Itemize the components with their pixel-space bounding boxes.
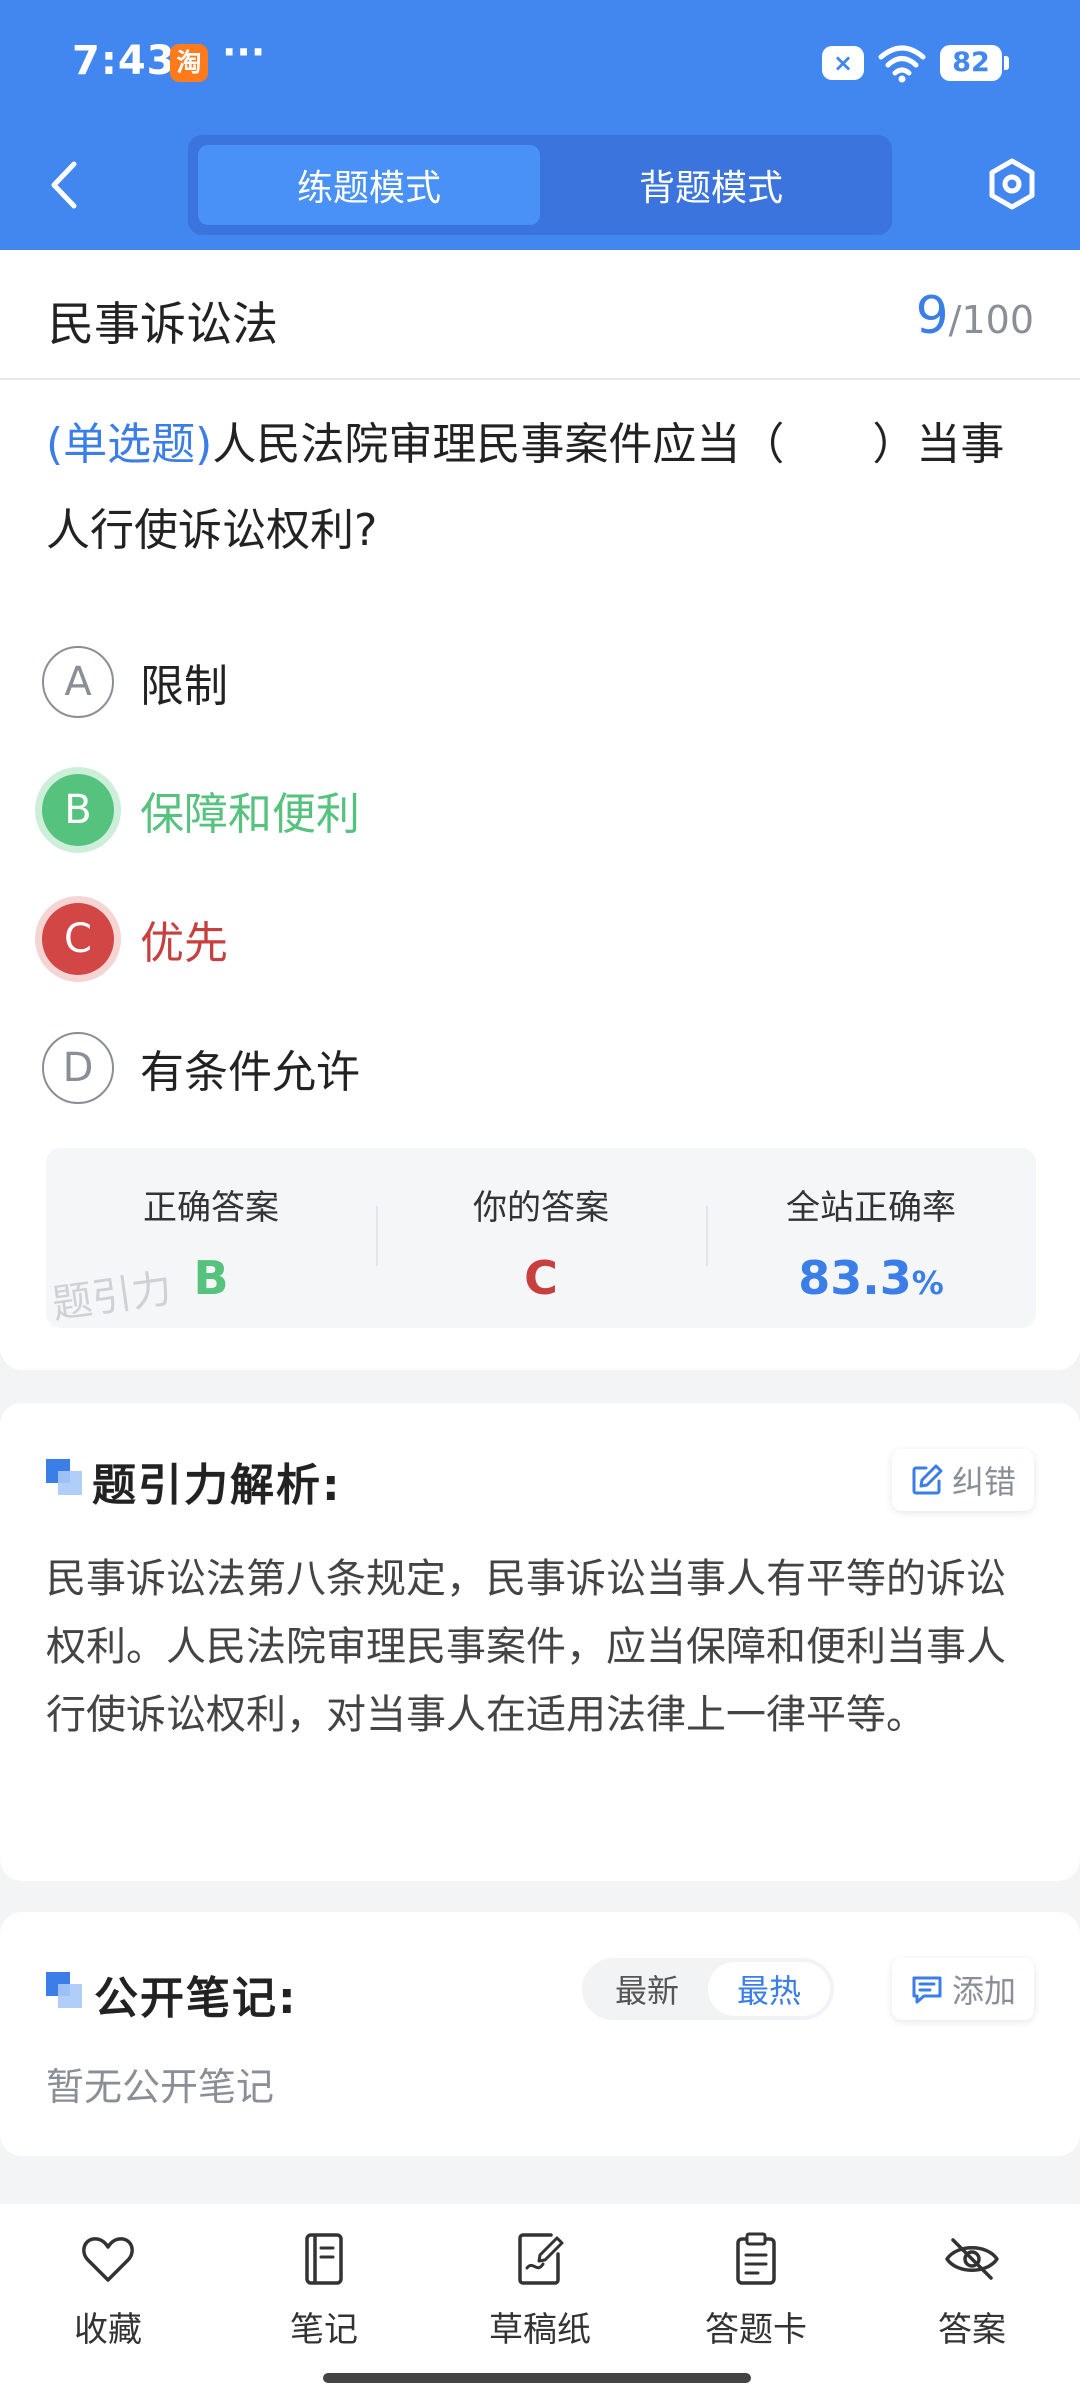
accuracy-block: 全站正确率 83.3% xyxy=(706,1148,1036,1328)
report-error-button[interactable]: 纠错 xyxy=(891,1449,1034,1511)
heart-icon xyxy=(82,2237,134,2282)
correct-answer-label: 正确答案 xyxy=(143,1188,279,1228)
option-letter: A xyxy=(42,646,114,718)
public-notes-card: 公开笔记: 最新 最热 添加 暂无公开笔记 xyxy=(0,1912,1080,2156)
option-text: 优先 xyxy=(140,918,228,969)
section-square-icon xyxy=(46,1972,84,2010)
option-d[interactable]: D 有条件允许 xyxy=(42,1026,1022,1110)
option-b[interactable]: B 保障和便利 xyxy=(42,768,1022,852)
answer-sheet-button[interactable]: 答题卡 xyxy=(666,2230,846,2351)
status-icons: × 82 xyxy=(822,42,1009,84)
wifi-icon xyxy=(878,45,926,83)
edit-icon xyxy=(912,1464,943,1495)
draft-paper-button[interactable]: 草稿纸 xyxy=(450,2230,630,2351)
mode-switch: 练题模式 背题模式 xyxy=(188,135,892,235)
clipboard-icon xyxy=(736,2232,776,2285)
option-text: 保障和便利 xyxy=(140,789,360,840)
back-arrow-icon[interactable] xyxy=(42,158,86,212)
hide-answer-label: 答案 xyxy=(938,2310,1006,2350)
app-header: 7:43 淘 ··· × 82 练题模式 背题模式 xyxy=(0,0,1080,250)
question-counter: 9/100 xyxy=(916,286,1034,346)
your-answer-value: C xyxy=(524,1251,558,1305)
empty-notes-text: 暂无公开笔记 xyxy=(46,2065,275,2109)
option-text: 限制 xyxy=(140,661,228,712)
notes-sort-switch: 最新 最热 xyxy=(582,1958,834,2020)
draft-paper-label: 草稿纸 xyxy=(489,2310,591,2350)
sort-latest-tab[interactable]: 最新 xyxy=(586,1962,708,2016)
battery-indicator: 82 xyxy=(940,45,1009,81)
eye-off-icon xyxy=(945,2238,999,2280)
notebook-icon xyxy=(305,2233,343,2285)
option-a[interactable]: A 限制 xyxy=(42,640,1022,724)
question-type: (单选题) xyxy=(46,419,213,470)
section-square-icon xyxy=(46,1459,84,1497)
your-answer-label: 你的答案 xyxy=(473,1188,609,1228)
option-c[interactable]: C 优先 xyxy=(42,897,1022,981)
your-answer-block: 你的答案 C xyxy=(376,1148,706,1328)
bottom-toolbar: 收藏 笔记 草稿纸 答题卡 答案 xyxy=(0,2204,1080,2400)
subject-row: 民事诉讼法 9/100 xyxy=(0,250,1080,380)
option-text: 有条件允许 xyxy=(140,1047,360,1098)
question-text: (单选题)人民法院审理民事案件应当（ ）当事人行使诉讼权利? xyxy=(46,402,1036,574)
favorite-button[interactable]: 收藏 xyxy=(18,2230,198,2351)
option-letter: C xyxy=(42,903,114,975)
answer-sheet-label: 答题卡 xyxy=(705,2310,807,2350)
accuracy-label: 全站正确率 xyxy=(786,1188,956,1228)
question-card: 民事诉讼法 9/100 (单选题)人民法院审理民事案件应当（ ）当事人行使诉讼权… xyxy=(0,250,1080,1370)
total-question-count: /100 xyxy=(948,298,1034,342)
tab-memorize-mode[interactable]: 背题模式 xyxy=(540,145,882,225)
accuracy-unit: % xyxy=(911,1264,944,1302)
notes-label: 笔记 xyxy=(290,2310,358,2350)
sort-hot-tab[interactable]: 最热 xyxy=(708,1962,830,2016)
add-note-button[interactable]: 添加 xyxy=(891,1958,1034,2020)
add-note-label: 添加 xyxy=(951,1972,1016,2010)
accuracy-value: 83.3% xyxy=(706,1251,1036,1305)
tab-practice-mode[interactable]: 练题模式 xyxy=(198,145,540,225)
option-letter: B xyxy=(42,774,114,846)
home-indicator[interactable] xyxy=(323,2373,751,2383)
option-letter: D xyxy=(42,1032,114,1104)
hide-answer-button[interactable]: 答案 xyxy=(882,2230,1062,2351)
message-icon xyxy=(912,1976,942,2004)
accuracy-number: 83.3 xyxy=(798,1251,912,1305)
status-time: 7:43 xyxy=(72,38,176,84)
analysis-title: 题引力解析: xyxy=(92,1460,342,1511)
settings-icon[interactable] xyxy=(984,156,1040,212)
analysis-card: 题引力解析: 纠错 民事诉讼法第八条规定，民事诉讼当事人有平等的诉讼权利。人民法… xyxy=(0,1403,1080,1881)
answer-result-panel: 正确答案 B 题引力 你的答案 C 全站正确率 83.3% xyxy=(46,1148,1036,1328)
notes-button[interactable]: 笔记 xyxy=(234,2230,414,2351)
analysis-text: 民事诉讼法第八条规定，民事诉讼当事人有平等的诉讼权利。人民法院审理民事案件，应当… xyxy=(46,1556,1006,1738)
draft-icon xyxy=(518,2233,564,2285)
report-error-label: 纠错 xyxy=(951,1463,1016,1501)
subject-title: 民事诉讼法 xyxy=(48,297,278,351)
taobao-notification-icon: 淘 xyxy=(170,44,208,82)
correct-answer-block: 正确答案 B 题引力 xyxy=(46,1148,376,1328)
no-sim-icon: × xyxy=(822,46,864,80)
favorite-label: 收藏 xyxy=(74,2310,142,2350)
current-question-number: 9 xyxy=(915,286,949,346)
notes-title: 公开笔记: xyxy=(94,1973,298,2024)
more-notifications-icon: ··· xyxy=(222,30,266,74)
